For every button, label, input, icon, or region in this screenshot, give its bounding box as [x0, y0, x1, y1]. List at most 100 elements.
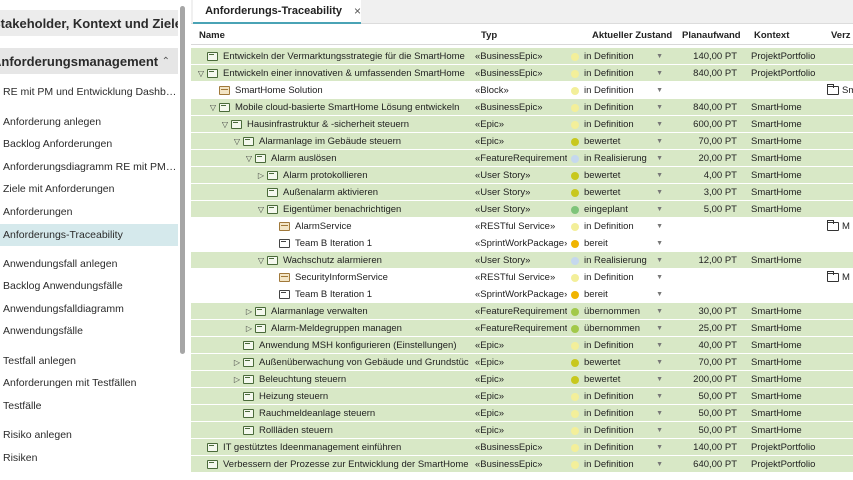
state-cell[interactable]: bewertet ▼: [571, 354, 671, 371]
state-cell[interactable]: in Realisierung ▼: [571, 150, 671, 167]
name-cell[interactable]: ▽ Alarm auslösen: [191, 150, 469, 167]
collapsed-arrow-icon[interactable]: ▷: [231, 371, 243, 388]
state-cell[interactable]: in Definition ▼: [571, 116, 671, 133]
dropdown-caret-icon[interactable]: ▼: [656, 133, 663, 150]
name-cell[interactable]: Verbessern der Prozesse zur Entwicklung …: [191, 456, 469, 473]
dropdown-caret-icon[interactable]: ▼: [656, 303, 663, 320]
table-row[interactable]: ▽ Hausinfrastruktur & -sicherheit steuern…: [191, 116, 853, 133]
state-cell[interactable]: in Definition ▼: [571, 48, 671, 65]
column-header-context[interactable]: Kontext: [754, 26, 789, 45]
table-row[interactable]: ▽ Wachschutz alarmieren «User Story» in Rea…: [191, 252, 853, 269]
expanded-arrow-icon[interactable]: ▽: [255, 201, 267, 218]
name-cell[interactable]: ▽ Alarmanlage im Gebäude steuern: [191, 133, 469, 150]
sidebar-item[interactable]: Anforderungsdiagramm RE mit PM u...: [0, 156, 178, 178]
state-cell[interactable]: eingeplant ▼: [571, 201, 671, 218]
name-cell[interactable]: Außenalarm aktivieren: [191, 184, 469, 201]
table-row[interactable]: Rauchmeldeanlage steuern «Epic» in Definit…: [191, 405, 853, 422]
table-row[interactable]: Entwickeln der Vermarktungsstrategie für…: [191, 48, 853, 65]
dropdown-caret-icon[interactable]: ▼: [656, 184, 663, 201]
sidebar-item[interactable]: Risiko anlegen: [0, 424, 178, 446]
table-row[interactable]: Verbessern der Prozesse zur Entwicklung …: [191, 456, 853, 473]
dropdown-caret-icon[interactable]: ▼: [656, 337, 663, 354]
state-cell[interactable]: in Definition ▼: [571, 422, 671, 439]
state-cell[interactable]: bewertet ▼: [571, 184, 671, 201]
name-cell[interactable]: ▷ Alarm protokollieren: [191, 167, 469, 184]
dropdown-caret-icon[interactable]: ▼: [656, 422, 663, 439]
dropdown-caret-icon[interactable]: ▼: [656, 150, 663, 167]
sidebar-item[interactable]: Testfall anlegen: [0, 350, 178, 372]
column-header-effort[interactable]: Planaufwand: [682, 26, 741, 45]
name-cell[interactable]: SmartHome Solution: [191, 82, 469, 99]
name-cell[interactable]: Heizung steuern: [191, 388, 469, 405]
collapsed-arrow-icon[interactable]: ▷: [243, 303, 255, 320]
state-cell[interactable]: in Definition ▼: [571, 456, 671, 473]
name-cell[interactable]: ▽ Mobile cloud-basierte SmartHome Lösung …: [191, 99, 469, 116]
dropdown-caret-icon[interactable]: ▼: [656, 269, 663, 286]
expanded-arrow-icon[interactable]: ▽: [195, 65, 207, 82]
name-cell[interactable]: Anwendung MSH konfigurieren (Einstellung…: [191, 337, 469, 354]
dropdown-caret-icon[interactable]: ▼: [656, 218, 663, 235]
table-row[interactable]: ▽ Alarmanlage im Gebäude steuern «Epic» bew…: [191, 133, 853, 150]
sidebar-item[interactable]: RE mit PM und Entwicklung Dashboard: [0, 81, 178, 103]
state-cell[interactable]: bewertet ▼: [571, 371, 671, 388]
name-cell[interactable]: Team B Iteration 1: [191, 286, 469, 303]
name-cell[interactable]: Rollläden steuern: [191, 422, 469, 439]
sidebar-item[interactable]: Anforderungen: [0, 201, 178, 223]
name-cell[interactable]: ▽ Entwickeln einer innovativen & umfassen…: [191, 65, 469, 82]
table-row[interactable]: ▷ Alarm-Meldegruppen managen «FeatureRequi…: [191, 320, 853, 337]
expanded-arrow-icon[interactable]: ▽: [243, 150, 255, 167]
sidebar-item[interactable]: Backlog Anwendungsfälle: [0, 275, 178, 297]
state-cell[interactable]: in Realisierung ▼: [571, 252, 671, 269]
sidebar-item[interactable]: Anwendungsfälle: [0, 320, 178, 342]
sidebar-item[interactable]: Risiken: [0, 447, 178, 469]
table-row[interactable]: Rollläden steuern «Epic» in Definition ▼ 50,…: [191, 422, 853, 439]
name-cell[interactable]: ▷ Alarm-Meldegruppen managen: [191, 320, 469, 337]
sidebar-scrollbar[interactable]: [180, 6, 185, 354]
state-cell[interactable]: übernommen ▼: [571, 303, 671, 320]
collapsed-arrow-icon[interactable]: ▷: [255, 167, 267, 184]
name-cell[interactable]: ▽ Eigentümer benachrichtigen: [191, 201, 469, 218]
name-cell[interactable]: IT gestütztes Ideenmanagement einführen: [191, 439, 469, 456]
tab-anforderungs-traceability[interactable]: Anforderungs-Traceability ×: [193, 0, 361, 24]
state-cell[interactable]: bereit ▼: [571, 235, 671, 252]
table-row[interactable]: ▽ Eigentümer benachrichtigen «User Story» e…: [191, 201, 853, 218]
state-cell[interactable]: bewertet ▼: [571, 167, 671, 184]
column-header-state[interactable]: Aktueller Zustand: [592, 26, 672, 45]
table-row[interactable]: Außenalarm aktivieren «User Story» bewerte…: [191, 184, 853, 201]
name-cell[interactable]: ▷ Außenüberwachung von Gebäude und Grunds…: [191, 354, 469, 371]
dropdown-caret-icon[interactable]: ▼: [656, 99, 663, 116]
table-row[interactable]: ▽ Alarm auslösen «FeatureRequirement» in Re…: [191, 150, 853, 167]
sidebar-item[interactable]: Testfälle: [0, 395, 178, 417]
name-cell[interactable]: ▷ Beleuchtung steuern: [191, 371, 469, 388]
sidebar-item[interactable]: Anforderungs-Traceability: [0, 224, 178, 246]
table-row[interactable]: ▽ Entwickeln einer innovativen & umfassen…: [191, 65, 853, 82]
collapsed-arrow-icon[interactable]: ▷: [243, 320, 255, 337]
table-row[interactable]: AlarmService «RESTful Service» in Definiti…: [191, 218, 853, 235]
state-cell[interactable]: in Definition ▼: [571, 388, 671, 405]
table-row[interactable]: ▽ Mobile cloud-basierte SmartHome Lösung …: [191, 99, 853, 116]
state-cell[interactable]: in Definition ▼: [571, 218, 671, 235]
state-cell[interactable]: in Definition ▼: [571, 269, 671, 286]
state-cell[interactable]: in Definition ▼: [571, 99, 671, 116]
close-icon[interactable]: ×: [354, 4, 361, 18]
dropdown-caret-icon[interactable]: ▼: [656, 354, 663, 371]
dropdown-caret-icon[interactable]: ▼: [656, 116, 663, 133]
expanded-arrow-icon[interactable]: ▽: [207, 99, 219, 116]
state-cell[interactable]: in Definition ▼: [571, 439, 671, 456]
dropdown-caret-icon[interactable]: ▼: [656, 235, 663, 252]
state-cell[interactable]: bewertet ▼: [571, 133, 671, 150]
dropdown-caret-icon[interactable]: ▼: [656, 371, 663, 388]
chevron-up-icon[interactable]: ⌃: [162, 56, 170, 67]
table-row[interactable]: IT gestütztes Ideenmanagement einführen «…: [191, 439, 853, 456]
sidebar-item[interactable]: Anforderungen mit Testfällen: [0, 372, 178, 394]
collapsed-arrow-icon[interactable]: ▷: [231, 354, 243, 371]
dropdown-caret-icon[interactable]: ▼: [656, 456, 663, 473]
sidebar-item[interactable]: Anwendungsfall anlegen: [0, 253, 178, 275]
dropdown-caret-icon[interactable]: ▼: [656, 201, 663, 218]
table-row[interactable]: Team B Iteration 1 «SprintWorkPackage» ber…: [191, 235, 853, 252]
expanded-arrow-icon[interactable]: ▽: [255, 252, 267, 269]
table-row[interactable]: ▷ Alarm protokollieren «User Story» bewerte…: [191, 167, 853, 184]
column-header-directory[interactable]: Verz: [831, 26, 851, 45]
sidebar-item[interactable]: Anwendungsfalldiagramm: [0, 298, 178, 320]
dropdown-caret-icon[interactable]: ▼: [656, 286, 663, 303]
